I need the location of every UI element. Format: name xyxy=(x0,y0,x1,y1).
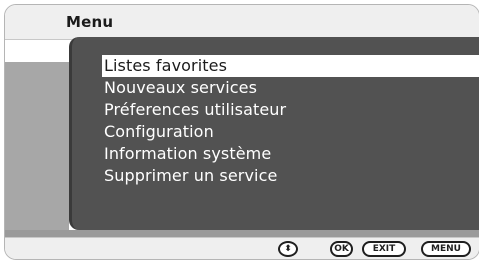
title-bar: Menu xyxy=(5,5,479,40)
menu-button[interactable]: MENU xyxy=(421,241,471,257)
menu-item-label: Listes favorites xyxy=(104,56,228,75)
exit-button-label: EXIT xyxy=(372,244,396,254)
menu-item-nouveaux-services[interactable]: Nouveaux services xyxy=(102,77,479,99)
menu-item-preferences-utilisateur[interactable]: Préferences utilisateur xyxy=(102,99,479,121)
up-down-arrows-icon[interactable]: ⬍ xyxy=(278,241,298,257)
menu-list: Listes favorites Nouveaux services Préfe… xyxy=(102,55,479,187)
window-title: Menu xyxy=(66,13,114,31)
osd-window: Menu Listes favorites Nouveaux services … xyxy=(4,4,479,260)
menu-button-label: MENU xyxy=(431,244,461,254)
menu-item-label: Configuration xyxy=(104,122,214,141)
exit-button[interactable]: EXIT xyxy=(362,241,406,257)
ok-button[interactable]: OK xyxy=(330,241,353,257)
menu-item-label: Préferences utilisateur xyxy=(104,100,287,119)
ok-button-label: OK xyxy=(334,244,349,254)
menu-item-label: Supprimer un service xyxy=(104,166,278,185)
button-legend-bar: ⬍ OK EXIT MENU xyxy=(5,237,479,259)
menu-item-configuration[interactable]: Configuration xyxy=(102,121,479,143)
menu-panel: Listes favorites Nouveaux services Préfe… xyxy=(69,37,479,230)
menu-item-listes-favorites[interactable]: Listes favorites xyxy=(102,55,479,77)
menu-item-label: Information système xyxy=(104,144,272,163)
bottom-band xyxy=(5,230,479,237)
nav-glyph: ⬍ xyxy=(284,244,292,254)
left-side-panel xyxy=(5,62,69,235)
menu-item-information-systeme[interactable]: Information système xyxy=(102,143,479,165)
menu-item-label: Nouveaux services xyxy=(104,78,258,97)
menu-item-supprimer-un-service[interactable]: Supprimer un service xyxy=(102,165,479,187)
